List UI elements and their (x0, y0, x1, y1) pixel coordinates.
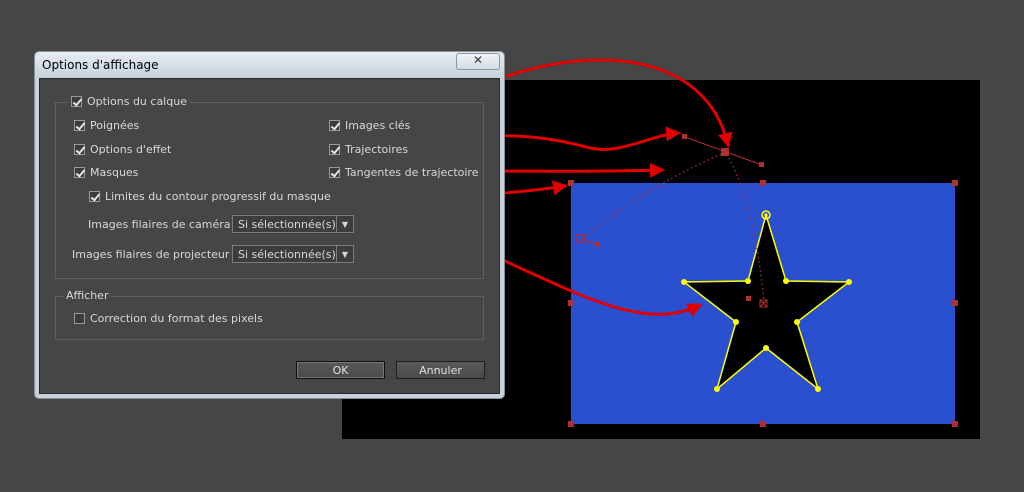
camera-wireframes-select[interactable]: Si sélectionnée(s) ▼ (232, 215, 354, 233)
close-icon: ✕ (472, 53, 484, 67)
projector-wireframes-label: Images filaires de projecteur : (72, 248, 237, 261)
camera-wireframes-label: Images filaires de caméra : (88, 218, 238, 231)
images-cles-checkbox[interactable] (329, 120, 340, 131)
images-cles-label: Images clés (345, 119, 411, 132)
option-masques[interactable]: Masques (74, 166, 138, 179)
masques-label: Masques (90, 166, 139, 179)
display-options-dialog: Options d'affichage ✕ Options du calque … (34, 51, 505, 399)
keyframe-marker[interactable] (721, 148, 729, 156)
masques-checkbox[interactable] (74, 167, 85, 178)
arrow-tangentes (476, 162, 665, 178)
projector-wireframes-select[interactable]: Si sélectionnée(s) ▼ (232, 245, 354, 263)
layer-options-label: Options du calque (87, 95, 187, 108)
dialog-titlebar: Options d'affichage ✕ (35, 52, 504, 78)
tangentes-checkbox[interactable] (329, 167, 340, 178)
poignees-label: Poignées (90, 119, 140, 132)
option-trajectoires[interactable]: Trajectoires (329, 143, 408, 156)
close-button[interactable]: ✕ (456, 53, 500, 70)
option-pixel-aspect[interactable]: Correction du format des pixels (74, 312, 263, 325)
pixel-aspect-label: Correction du format des pixels (90, 312, 263, 325)
projector-wireframes-value: Si sélectionnée(s) (238, 247, 336, 261)
option-images-cles[interactable]: Images clés (329, 119, 410, 132)
dialog-body: Options du calque Poignées Options d'eff… (39, 78, 500, 394)
trajectoires-checkbox[interactable] (329, 144, 340, 155)
display-legend: Afficher (63, 289, 112, 302)
chevron-down-icon: ▼ (336, 216, 353, 232)
tangentes-label: Tangentes de trajectoire (345, 166, 479, 179)
option-poignees[interactable]: Poignées (74, 119, 139, 132)
option-limites-contour[interactable]: Limites du contour progressif du masque (89, 190, 331, 203)
cancel-button[interactable]: Annuler (396, 361, 485, 379)
limites-contour-checkbox[interactable] (89, 191, 100, 202)
limites-contour-label: Limites du contour progressif du masque (105, 190, 331, 203)
poignees-checkbox[interactable] (74, 120, 85, 131)
option-effet[interactable]: Options d'effet (74, 143, 171, 156)
chevron-down-icon: ▼ (336, 246, 353, 262)
pixel-aspect-checkbox[interactable] (74, 313, 85, 324)
trajectoires-label: Trajectoires (345, 143, 409, 156)
effet-label: Options d'effet (90, 143, 172, 156)
dialog-title: Options d'affichage (42, 58, 159, 72)
ok-button[interactable]: OK (296, 361, 385, 379)
layer-options-checkbox[interactable] (71, 96, 82, 107)
effet-checkbox[interactable] (74, 144, 85, 155)
layer-options-legend[interactable]: Options du calque (68, 95, 190, 108)
camera-wireframes-value: Si sélectionnée(s) (238, 217, 336, 231)
option-tangentes[interactable]: Tangentes de trajectoire (329, 166, 478, 179)
